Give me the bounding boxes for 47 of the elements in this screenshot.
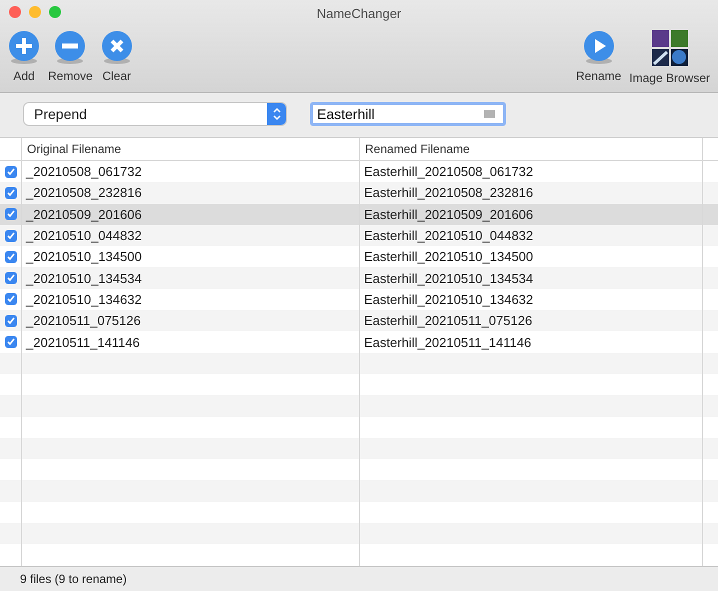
remove-icon <box>54 30 86 64</box>
add-icon <box>8 30 40 64</box>
checkbox[interactable] <box>4 166 16 178</box>
table-cell: _20210508_061732 <box>26 164 142 180</box>
checkbox[interactable] <box>4 336 16 348</box>
checkbox[interactable] <box>4 272 16 284</box>
table-cell: Easterhill_20210508_061732 <box>364 164 534 180</box>
checkbox[interactable] <box>4 314 16 327</box>
toolbar-button[interactable]: Remove <box>46 30 95 83</box>
checkbox[interactable] <box>4 208 16 220</box>
toolbar-button[interactable]: Rename <box>574 30 624 85</box>
toolbar-button[interactable]: Clear <box>98 30 135 83</box>
checkbox[interactable] <box>4 293 16 306</box>
text-field[interactable]: Easterhill <box>310 102 506 126</box>
table-cell: _20210510_134632 <box>26 292 142 307</box>
checkbox[interactable] <box>4 250 16 263</box>
table-cell: _20210510_044832 <box>26 228 142 244</box>
toolbar-button[interactable]: Image Browser <box>627 30 712 85</box>
table-cell: Easterhill_20210508_232816 <box>364 185 534 200</box>
table-cell: Easterhill_20210511_075126 <box>364 313 532 328</box>
window-title: NameChanger <box>316 6 402 20</box>
table-cell: Easterhill_20210510_134632 <box>364 292 534 307</box>
table-cell: _20210511_075126 <box>26 313 141 328</box>
column-header[interactable]: Original Filename <box>21 138 359 160</box>
table-cell: Easterhill_20210511_141146 <box>364 334 532 350</box>
close-button[interactable] <box>9 6 21 18</box>
table-cell: Easterhill_20210510_134500 <box>364 249 534 264</box>
menu-icon <box>484 110 495 118</box>
table-cell: _20210511_141146 <box>26 334 140 350</box>
zoom-button[interactable] <box>49 6 61 18</box>
table-cell: Easterhill_20210510_134534 <box>364 270 534 286</box>
clear-icon <box>100 30 133 64</box>
checkbox[interactable] <box>4 186 16 199</box>
play-icon <box>582 30 615 64</box>
column-header[interactable]: Renamed Filename <box>359 138 702 160</box>
checkbox[interactable] <box>4 230 16 242</box>
image-grid-icon <box>652 30 688 66</box>
stepper-icon <box>272 107 280 121</box>
toolbar-button[interactable]: Add <box>6 30 42 83</box>
mode-dropdown[interactable]: Prepend <box>24 103 286 125</box>
table-cell: _20210509_201606 <box>26 206 142 222</box>
table-cell: Easterhill_20210509_201606 <box>364 206 534 222</box>
table-cell: _20210508_232816 <box>26 185 142 200</box>
table-cell: Easterhill_20210510_044832 <box>364 228 534 244</box>
status-text: 9 files (9 to rename) <box>20 572 127 586</box>
table-cell: _20210510_134500 <box>26 249 142 264</box>
table-cell: _20210510_134534 <box>26 270 142 286</box>
